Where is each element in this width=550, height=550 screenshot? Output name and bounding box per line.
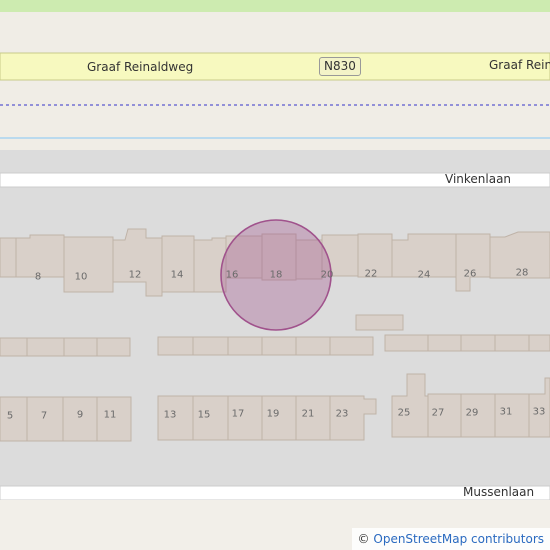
openstreetmap-attribution-link[interactable]: OpenStreetMap contributors (373, 532, 544, 546)
shed (355, 314, 404, 331)
shed (192, 336, 229, 356)
road-label-graaf-reinaldweg-right: Graaf Reina (489, 58, 550, 72)
house-number: 29 (465, 407, 479, 419)
house-number: 17 (231, 408, 245, 420)
building (0, 237, 17, 278)
route-shield-n830[interactable]: N830 (319, 57, 361, 76)
map-attribution: © OpenStreetMap contributors (351, 528, 550, 550)
house-number: 26 (463, 268, 477, 280)
house-number: 7 (40, 410, 48, 422)
shed (96, 337, 131, 357)
house-number: 23 (335, 408, 349, 420)
road-label-graaf-reinaldweg: Graaf Reinaldweg (87, 60, 194, 74)
house-number: 20 (320, 269, 334, 281)
house-number: 13 (163, 409, 177, 421)
shed (0, 337, 28, 357)
house-number: 21 (301, 408, 315, 420)
shed (157, 336, 194, 356)
main-road (0, 52, 550, 81)
house-number: 15 (197, 409, 211, 421)
house-number: 19 (266, 408, 280, 420)
shed (26, 337, 65, 357)
house-number: 22 (364, 268, 378, 280)
house-number: 31 (499, 406, 513, 418)
house-number: 9 (76, 409, 84, 421)
house-number: 14 (170, 269, 184, 281)
house-number: 27 (431, 407, 445, 419)
map-view[interactable]: Graaf Reinaldweg N830 Graaf Reina Vinken… (0, 0, 550, 550)
shed (261, 336, 297, 356)
house-number: 25 (397, 407, 411, 419)
land-band (0, 12, 550, 150)
shed (295, 336, 331, 356)
shed (329, 336, 374, 356)
shed (460, 334, 496, 352)
house-number: 33 (532, 406, 546, 418)
road-label-mussenlaan: Mussenlaan (463, 485, 535, 499)
shed (227, 336, 263, 356)
copyright-symbol: © (357, 532, 370, 546)
house-number: 10 (74, 271, 88, 283)
house-number: 11 (103, 409, 117, 421)
house-number: 12 (128, 269, 142, 281)
house-number: 5 (6, 410, 14, 422)
house-number: 8 (34, 271, 42, 283)
house-number: 28 (515, 267, 529, 279)
park-area (0, 0, 550, 12)
shed (427, 334, 462, 352)
road-label-vinkenlaan: Vinkenlaan (445, 172, 512, 186)
shed (494, 334, 530, 352)
building (0, 396, 28, 442)
house-number: 24 (417, 269, 431, 281)
shed (63, 337, 98, 357)
building (63, 236, 114, 293)
house-number: 16 (225, 269, 239, 281)
shed (384, 334, 429, 352)
building (161, 235, 195, 293)
shed (528, 334, 550, 352)
house-number: 18 (269, 269, 283, 281)
